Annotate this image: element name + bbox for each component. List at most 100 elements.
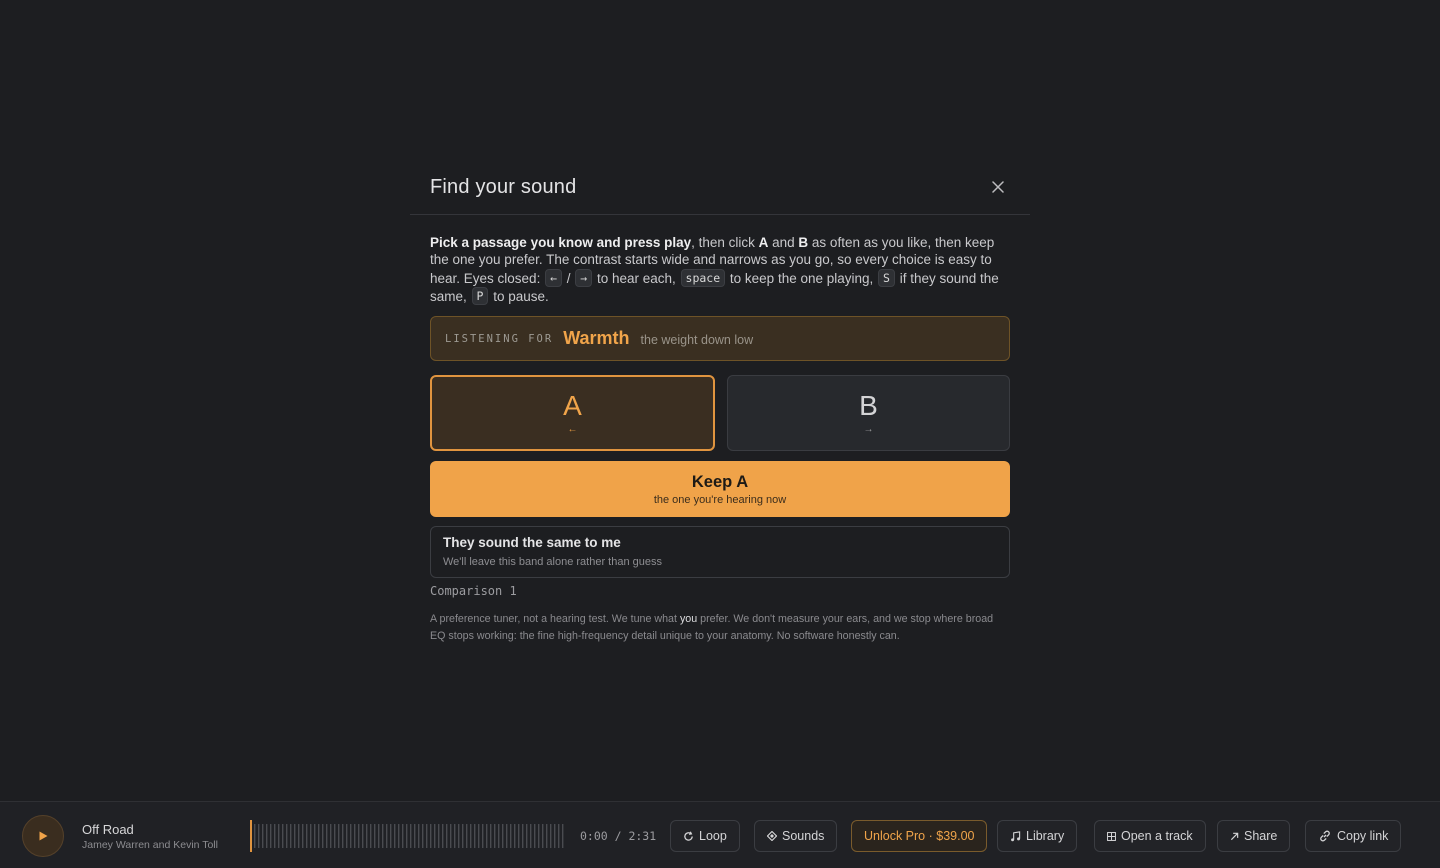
waveform-bar (482, 824, 484, 848)
sound-same-button[interactable]: They sound the same to me We'll leave th… (430, 526, 1010, 579)
sounds-button[interactable]: Sounds (754, 820, 838, 852)
arrow-left-icon: ← (567, 424, 578, 436)
waveform-bar (422, 824, 424, 848)
waveform-bar (354, 824, 356, 848)
copy-link-button[interactable]: Copy link (1305, 820, 1402, 852)
waveform-bar (430, 824, 432, 848)
library-button[interactable]: Library (997, 820, 1078, 852)
keep-button-label: Keep A (691, 472, 749, 491)
waveform-bar (302, 824, 304, 848)
option-b-letter: B (859, 390, 878, 422)
key-p: P (471, 286, 489, 305)
track-artist: Jamey Warren and Kevin Toll (82, 839, 218, 851)
time-display: 0:00 / 2:31 (580, 829, 657, 843)
waveform-bar (494, 824, 496, 848)
share-button[interactable]: Share (1217, 820, 1291, 852)
loop-button[interactable]: Loop (670, 820, 740, 852)
waveform-bar (330, 824, 332, 848)
key-s: S (878, 268, 895, 287)
disclaimer: A preference tuner, not a hearing test. … (430, 611, 1010, 645)
waveform-bar (514, 824, 516, 848)
music-note-icon (1010, 830, 1021, 842)
player-bar: Off Road Jamey Warren and Kevin Toll 0:0… (0, 801, 1440, 868)
waveform-bar (310, 824, 312, 848)
instructions-text: and (768, 235, 799, 250)
dialog-body: Pick a passage you know and press play, … (410, 215, 1030, 645)
waveform-bar (486, 824, 488, 848)
waveform-bar (282, 824, 284, 848)
dialog-header: Find your sound (410, 160, 1030, 215)
waveform-bar (322, 824, 324, 848)
waveform-bar (406, 824, 408, 848)
waveform-scrubber[interactable] (250, 818, 566, 854)
open-track-label: Open a track (1121, 829, 1193, 843)
unlock-pro-label: Unlock Pro · $39.00 (864, 829, 975, 843)
copy-link-label: Copy link (1337, 829, 1389, 843)
listening-for-banner: LISTENING FOR Warmth the weight down low (430, 316, 1010, 362)
waveform-bar (526, 824, 528, 848)
waveform-bar (438, 824, 440, 848)
waveform-bar (414, 824, 416, 848)
library-label: Library (1026, 829, 1065, 843)
arrow-up-right-icon (1230, 832, 1239, 841)
option-a-letter: A (563, 390, 582, 422)
waveform-bar (498, 824, 500, 848)
waveform-bar (542, 824, 544, 848)
waveform-bar (266, 824, 268, 848)
waveform-bar (434, 824, 436, 848)
waveform-bar (418, 824, 420, 848)
waveform-bar (490, 824, 492, 848)
listening-label: LISTENING FOR (445, 332, 554, 345)
option-a-button[interactable]: A ← (430, 375, 715, 452)
waveform-bar (450, 824, 452, 848)
track-title: Off Road (82, 822, 134, 837)
waveform-bar (530, 824, 532, 848)
sounds-label: Sounds (782, 829, 825, 843)
instructions-text: to hear each, (593, 270, 680, 286)
waveform-bar (306, 824, 308, 848)
key-left: ← (545, 268, 563, 287)
waveform-bar (470, 824, 472, 848)
waveform-bar (462, 824, 464, 848)
playhead[interactable] (250, 820, 252, 852)
instructions-text: to pause. (489, 288, 549, 304)
waveform-bar (554, 824, 556, 848)
waveform-bar (410, 824, 412, 848)
instructions-text: to keep the one playing, (726, 270, 878, 286)
open-track-button[interactable]: Open a track (1094, 820, 1206, 852)
close-button[interactable] (986, 175, 1010, 199)
instructions-a: A (758, 235, 769, 250)
waveform-bar (342, 824, 344, 848)
waveform-bar (358, 824, 360, 848)
option-b-button[interactable]: B → (727, 375, 1010, 452)
waveform-bar (366, 824, 368, 848)
waveform-bar (274, 824, 276, 848)
waveform-bar (510, 824, 512, 848)
listening-word: Warmth (563, 328, 630, 349)
waveform-bar (326, 824, 328, 848)
unlock-pro-button[interactable]: Unlock Pro · $39.00 (851, 820, 988, 852)
instructions-text: , then click (691, 235, 759, 250)
waveform-bar (262, 824, 264, 848)
share-label: Share (1244, 829, 1278, 843)
waveform-bar (254, 824, 256, 848)
instructions-text: / (563, 270, 575, 286)
waveform-bar (538, 824, 540, 848)
waveform-bar (362, 824, 364, 848)
key-space: space (680, 268, 726, 287)
waveform-bar (374, 824, 376, 848)
waveform-bar (558, 824, 560, 848)
sounds-icon (767, 831, 777, 841)
disclaimer-text: A preference tuner, not a hearing test. … (430, 613, 680, 626)
waveform-bar (382, 824, 384, 848)
dialog-title: Find your sound (430, 175, 577, 198)
waveform-bar (370, 824, 372, 848)
waveform-bar (534, 824, 536, 848)
waveform-bar (562, 824, 564, 848)
grid-icon (1107, 831, 1116, 841)
waveform-bar (390, 824, 392, 848)
keep-button[interactable]: Keep A the one you're hearing now (430, 461, 1010, 518)
waveform-bar (286, 824, 288, 848)
waveform-bar (378, 824, 380, 848)
play-button[interactable] (22, 815, 64, 857)
